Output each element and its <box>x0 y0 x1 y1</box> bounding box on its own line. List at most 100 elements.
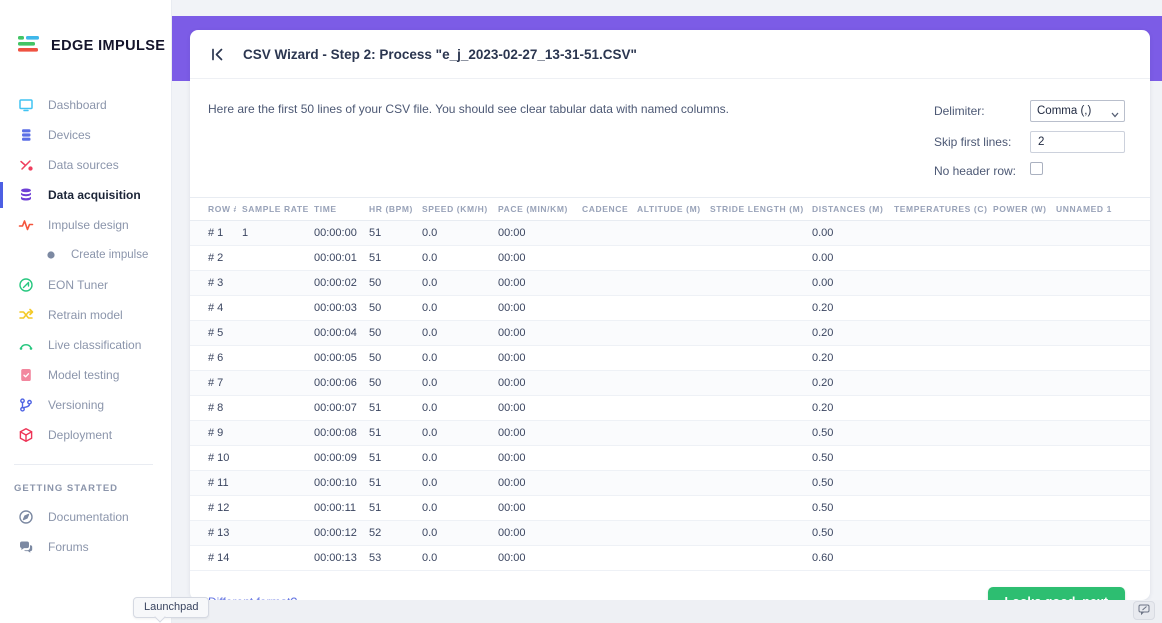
table-cell <box>987 471 1050 496</box>
feedback-button[interactable] <box>1133 601 1155 620</box>
table-row: # 800:00:07510.000:000.20 <box>190 396 1150 421</box>
table-cell: # 13 <box>190 521 236 546</box>
model-testing-icon <box>18 367 34 383</box>
column-header: SPEED (KM/H) <box>416 198 492 221</box>
table-row: # 1100:00:00510.000:000.00 <box>190 221 1150 246</box>
table-cell <box>1050 321 1150 346</box>
table-cell <box>236 246 308 271</box>
sidebar-item-forums[interactable]: Forums <box>0 532 171 562</box>
column-header: POWER (W) <box>987 198 1050 221</box>
sidebar-item-label: Documentation <box>48 510 129 524</box>
sidebar-item-create-impulse[interactable]: Create impulse <box>0 240 171 270</box>
sidebar-item-label: EON Tuner <box>48 278 108 292</box>
table-cell <box>631 421 704 446</box>
sidebar-item-label: Impulse design <box>48 218 129 232</box>
table-cell <box>576 496 631 521</box>
delimiter-select[interactable]: Comma (,) <box>1030 100 1125 122</box>
column-header: ALTITUDE (M) <box>631 198 704 221</box>
table-row: # 300:00:02500.000:000.00 <box>190 271 1150 296</box>
sidebar-item-documentation[interactable]: Documentation <box>0 502 171 532</box>
sidebar-item-retrain-model[interactable]: Retrain model <box>0 300 171 330</box>
table-cell <box>236 346 308 371</box>
no-header-checkbox[interactable] <box>1030 162 1043 175</box>
table-cell: 0.00 <box>806 221 888 246</box>
sidebar-item-impulse-design[interactable]: Impulse design <box>0 210 171 240</box>
dashboard-icon <box>18 97 34 113</box>
table-cell <box>576 371 631 396</box>
table-cell: 51 <box>363 496 416 521</box>
table-cell <box>704 221 806 246</box>
table-cell: 0.0 <box>416 521 492 546</box>
table-cell <box>888 221 987 246</box>
live-classification-icon <box>18 337 34 353</box>
table-cell: 1 <box>236 221 308 246</box>
table-row: # 700:00:06500.000:000.20 <box>190 371 1150 396</box>
launchpad-tooltip: Launchpad <box>133 597 209 618</box>
skip-lines-input[interactable] <box>1030 131 1125 153</box>
table-cell: 0.20 <box>806 321 888 346</box>
table-cell: 00:00:10 <box>308 471 363 496</box>
table-cell: 0.60 <box>806 546 888 571</box>
sidebar-item-deployment[interactable]: Deployment <box>0 420 171 450</box>
table-cell: 00:00:11 <box>308 496 363 521</box>
table-cell: 0.20 <box>806 396 888 421</box>
table-cell <box>1050 496 1150 521</box>
table-cell <box>1050 471 1150 496</box>
table-cell: # 5 <box>190 321 236 346</box>
table-cell: 00:00:01 <box>308 246 363 271</box>
table-cell <box>631 496 704 521</box>
table-cell: 00:00:03 <box>308 296 363 321</box>
table-cell: 0.50 <box>806 521 888 546</box>
table-cell <box>236 496 308 521</box>
wizard-description: Here are the first 50 lines of your CSV … <box>208 100 729 180</box>
csv-options: Delimiter: Comma (,) Skip first lines: N… <box>934 100 1125 180</box>
back-icon[interactable] <box>208 45 226 63</box>
table-cell: 00:00 <box>492 496 576 521</box>
sidebar-item-dashboard[interactable]: Dashboard <box>0 90 171 120</box>
table-cell <box>987 421 1050 446</box>
table-cell <box>631 446 704 471</box>
chevron-down-icon <box>1111 109 1119 121</box>
table-cell <box>576 321 631 346</box>
table-cell <box>987 546 1050 571</box>
table-cell <box>888 321 987 346</box>
table-cell <box>1050 546 1150 571</box>
table-cell: 00:00:08 <box>308 421 363 446</box>
table-cell <box>987 446 1050 471</box>
table-cell: 50 <box>363 321 416 346</box>
table-cell: 0.0 <box>416 296 492 321</box>
table-cell: 00:00 <box>492 521 576 546</box>
table-row: # 400:00:03500.000:000.20 <box>190 296 1150 321</box>
table-cell: 0.0 <box>416 446 492 471</box>
table-cell <box>704 446 806 471</box>
sidebar-item-data-sources[interactable]: Data sources <box>0 150 171 180</box>
table-cell <box>576 421 631 446</box>
table-row: # 600:00:05500.000:000.20 <box>190 346 1150 371</box>
sidebar-item-eon-tuner[interactable]: EON Tuner <box>0 270 171 300</box>
sidebar-item-label: Data acquisition <box>48 188 141 202</box>
table-cell: 0.20 <box>806 346 888 371</box>
edge-impulse-logo[interactable]: EDGE IMPULSE <box>0 0 171 62</box>
table-cell: 0.0 <box>416 546 492 571</box>
table-row: # 200:00:01510.000:000.00 <box>190 246 1150 271</box>
bottom-strip <box>172 600 1162 623</box>
table-cell <box>631 221 704 246</box>
table-cell: 00:00 <box>492 296 576 321</box>
sidebar-item-versioning[interactable]: Versioning <box>0 390 171 420</box>
sidebar-section-label: GETTING STARTED <box>0 465 171 502</box>
sidebar-item-devices[interactable]: Devices <box>0 120 171 150</box>
table-cell: 51 <box>363 471 416 496</box>
sidebar-item-model-testing[interactable]: Model testing <box>0 360 171 390</box>
table-row: # 1100:00:10510.000:000.50 <box>190 471 1150 496</box>
table-cell <box>888 246 987 271</box>
delimiter-selected-value: Comma (,) <box>1037 105 1091 117</box>
table-cell <box>987 521 1050 546</box>
sidebar-item-live-classification[interactable]: Live classification <box>0 330 171 360</box>
sidebar-item-data-acquisition[interactable]: Data acquisition <box>0 180 171 210</box>
table-cell: 00:00 <box>492 396 576 421</box>
table-cell <box>987 496 1050 521</box>
table-cell: # 3 <box>190 271 236 296</box>
table-cell <box>987 221 1050 246</box>
table-cell: 50 <box>363 346 416 371</box>
table-row: # 1200:00:11510.000:000.50 <box>190 496 1150 521</box>
